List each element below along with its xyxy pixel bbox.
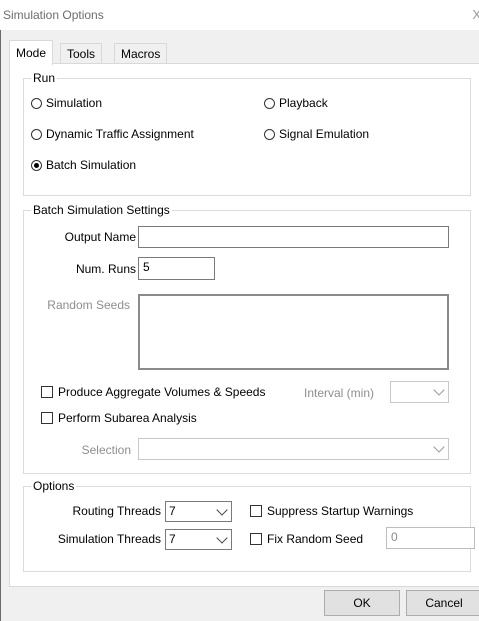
ok-button[interactable]: OK <box>324 590 400 616</box>
radio-batch-simulation-label: Batch Simulation <box>46 158 137 172</box>
aggregate-checkbox[interactable]: Produce Aggregate Volumes & Speeds <box>41 385 265 399</box>
dialog-client-area: Mode Tools Macros Run Simulation Playbac… <box>1 30 479 621</box>
routing-threads-label: Routing Threads <box>72 504 162 518</box>
radio-playback[interactable]: Playback <box>264 96 328 110</box>
num-runs-label: Num. Runs <box>75 262 136 276</box>
interval-dropdown[interactable] <box>390 381 449 403</box>
selection-dropdown[interactable] <box>138 438 449 460</box>
checkbox-icon <box>250 533 262 545</box>
simulation-threads-value: 7 <box>169 532 176 546</box>
radio-dta-label: Dynamic Traffic Assignment <box>46 127 194 141</box>
radio-selected-icon <box>31 159 42 171</box>
tab-panel-mode: Run Simulation Playback Dynamic Traffic … <box>9 63 479 587</box>
radio-circle-icon <box>31 97 42 109</box>
options-group-label: Options <box>31 479 77 493</box>
interval-label: Interval (min) <box>304 386 375 400</box>
subarea-label: Perform Subarea Analysis <box>58 411 197 425</box>
batch-settings-group: Batch Simulation Settings Output Name Nu… <box>23 203 471 474</box>
options-group: Options Routing Threads 7 Suppress Start… <box>23 479 475 572</box>
chevron-down-icon <box>216 504 228 516</box>
output-name-label: Output Name <box>64 230 136 244</box>
radio-dynamic-traffic-assignment[interactable]: Dynamic Traffic Assignment <box>31 127 194 141</box>
checkbox-icon <box>41 412 53 424</box>
batch-settings-label: Batch Simulation Settings <box>31 203 172 217</box>
radio-simulation[interactable]: Simulation <box>31 96 102 110</box>
tab-mode[interactable]: Mode <box>9 40 54 65</box>
radio-circle-icon <box>264 128 275 140</box>
simulation-threads-dropdown[interactable]: 7 <box>165 529 232 550</box>
title-bar[interactable]: Simulation Options X <box>0 0 479 30</box>
subarea-checkbox[interactable]: Perform Subarea Analysis <box>41 411 197 425</box>
run-group-label: Run <box>31 71 58 85</box>
fix-random-seed-label: Fix Random Seed <box>267 532 364 546</box>
radio-batch-simulation[interactable]: Batch Simulation <box>31 158 136 172</box>
suppress-warnings-label: Suppress Startup Warnings <box>267 504 414 518</box>
radio-signal-emulation-label: Signal Emulation <box>279 127 370 141</box>
aggregate-label: Produce Aggregate Volumes & Speeds <box>58 385 266 399</box>
random-seeds-label: Random Seeds <box>47 298 130 312</box>
routing-threads-dropdown[interactable]: 7 <box>165 501 232 522</box>
radio-playback-label: Playback <box>279 96 328 110</box>
radio-circle-icon <box>31 128 42 140</box>
routing-threads-value: 7 <box>169 504 176 518</box>
fix-random-seed-input[interactable]: 0 <box>386 527 475 549</box>
random-seeds-textarea[interactable] <box>138 294 449 370</box>
fix-random-seed-checkbox[interactable]: Fix Random Seed <box>250 532 363 546</box>
tab-tools[interactable]: Tools <box>60 43 103 64</box>
close-icon[interactable]: X <box>472 7 479 22</box>
radio-simulation-label: Simulation <box>46 96 103 110</box>
checkbox-icon <box>250 505 262 517</box>
tab-macros[interactable]: Macros <box>114 43 168 64</box>
simulation-options-dialog: Simulation Options X Mode Tools Macros R… <box>0 0 479 621</box>
window-title: Simulation Options <box>3 8 104 22</box>
output-name-input[interactable] <box>138 226 449 248</box>
simulation-threads-label: Simulation Threads <box>57 532 161 546</box>
radio-signal-emulation[interactable]: Signal Emulation <box>264 127 369 141</box>
selection-label: Selection <box>81 443 131 457</box>
chevron-down-icon <box>216 532 228 544</box>
num-runs-input[interactable]: 5 <box>138 257 215 280</box>
chevron-down-icon <box>433 441 445 453</box>
checkbox-icon <box>41 386 53 398</box>
chevron-down-icon <box>433 384 445 396</box>
cancel-button[interactable]: Cancel <box>406 590 479 616</box>
run-group: Run Simulation Playback Dynamic Traffic … <box>23 71 471 196</box>
suppress-warnings-checkbox[interactable]: Suppress Startup Warnings <box>250 504 413 518</box>
radio-circle-icon <box>264 97 275 109</box>
